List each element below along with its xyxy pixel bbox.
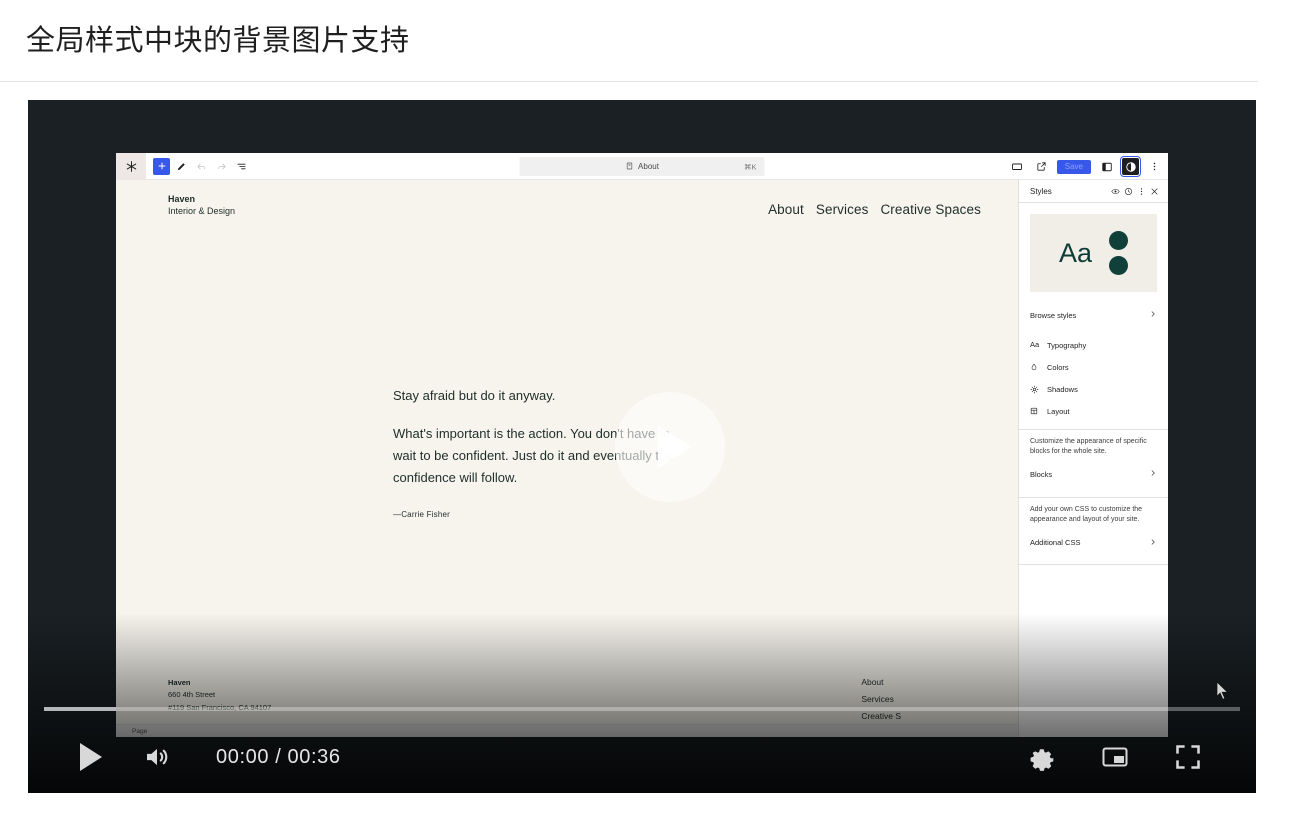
page-icon: [625, 162, 633, 172]
command-bar-shortcut: ⌘K: [744, 162, 757, 171]
play-button[interactable]: [80, 743, 102, 771]
site-header: Haven Interior & Design About Services C…: [116, 180, 1018, 217]
css-section-description: Add your own CSS to customize the appear…: [1019, 505, 1168, 525]
typography-aa-icon: Aa: [1030, 341, 1043, 349]
contrast-circle-icon[interactable]: [1122, 158, 1139, 175]
video-progress-bar[interactable]: [44, 707, 1240, 711]
video-controls-right: [1028, 743, 1234, 771]
sidebar-divider: [1019, 497, 1168, 498]
sidebar-divider: [1019, 564, 1168, 565]
eye-icon[interactable]: [1109, 185, 1122, 198]
video-time-display: 00:00 / 00:36: [216, 746, 341, 769]
video-player[interactable]: About ⌘K Save: [28, 100, 1256, 793]
chevron-right-icon: [1149, 538, 1157, 548]
shadow-sun-icon: [1030, 385, 1043, 394]
volume-button[interactable]: [142, 742, 172, 772]
list-view-icon[interactable]: [233, 158, 250, 175]
nav-link-services[interactable]: Services: [816, 202, 869, 217]
page-header: 全局样式中块的背景图片支持: [0, 0, 1258, 82]
color-droplet-icon: [1030, 363, 1043, 371]
chevron-right-icon: [1149, 310, 1157, 320]
redo-arrow-icon[interactable]: [213, 158, 230, 175]
typography-label: Typography: [1047, 341, 1157, 350]
sidebar-item-blocks[interactable]: Blocks: [1019, 463, 1168, 485]
nav-link-creative-spaces[interactable]: Creative Spaces: [880, 202, 981, 217]
blocks-section-description: Customize the appearance of specific blo…: [1019, 437, 1168, 457]
palette-dot-primary: [1109, 231, 1128, 250]
styles-panel-title: Styles: [1030, 187, 1109, 196]
command-bar-label: About: [638, 162, 659, 171]
footer-nav-link-creative-spaces[interactable]: Creative S: [861, 711, 901, 721]
site-preview-canvas[interactable]: Haven Interior & Design About Services C…: [116, 180, 1018, 737]
blocks-label: Blocks: [1030, 470, 1149, 479]
sidebar-item-typography[interactable]: Aa Typography: [1019, 334, 1168, 356]
video-progress-buffer: [44, 707, 116, 711]
sidebar-item-layout[interactable]: Layout: [1019, 400, 1168, 422]
editor-toolbar-left-icons: [146, 158, 250, 175]
save-button[interactable]: Save: [1057, 160, 1091, 174]
style-preview-sample-text: Aa: [1059, 240, 1092, 267]
video-control-bar: 00:00 / 00:36: [28, 721, 1256, 793]
picture-in-picture-icon[interactable]: [1101, 745, 1129, 769]
site-brand-tagline: Interior & Design: [168, 205, 235, 217]
plus-icon[interactable]: [153, 158, 170, 175]
sidebar-item-additional-css[interactable]: Additional CSS: [1019, 532, 1168, 554]
chevron-right-icon: [1149, 469, 1157, 479]
footer-brand-name: Haven: [168, 677, 271, 689]
footer-nav-link-services[interactable]: Services: [861, 694, 901, 704]
colors-label: Colors: [1047, 363, 1157, 372]
style-preview-palette: [1109, 231, 1128, 275]
shadows-label: Shadows: [1047, 385, 1157, 394]
sidebar-item-browse-styles[interactable]: Browse styles: [1019, 304, 1168, 326]
footer-address-line-1: 660 4th Street: [168, 689, 271, 701]
play-triangle-icon: [658, 426, 692, 468]
editor-toolbar: About ⌘K Save: [116, 153, 1168, 180]
nav-link-about[interactable]: About: [768, 202, 804, 217]
site-navigation: About Services Creative Spaces: [768, 193, 981, 217]
style-variation-preview[interactable]: Aa: [1030, 214, 1157, 292]
global-styles-sidebar: Styles: [1018, 180, 1168, 737]
palette-dot-secondary: [1109, 256, 1128, 275]
additional-css-label: Additional CSS: [1030, 538, 1149, 547]
command-bar[interactable]: About ⌘K: [520, 157, 765, 176]
fullscreen-icon[interactable]: [1174, 743, 1202, 771]
layout-grid-icon: [1030, 407, 1043, 415]
settings-gear-icon[interactable]: [1028, 743, 1056, 771]
play-icon: [80, 743, 102, 771]
footer-nav-link-about[interactable]: About: [861, 677, 901, 687]
close-x-icon[interactable]: [1148, 185, 1161, 198]
footer-navigation: About Services Creative S: [861, 677, 981, 721]
layout-label: Layout: [1047, 407, 1157, 416]
sidebar-item-colors[interactable]: Colors: [1019, 356, 1168, 378]
undo-arrow-icon[interactable]: [193, 158, 210, 175]
editor-toolbar-right-icons: Save: [1009, 153, 1163, 180]
quote-citation: —Carrie Fisher: [393, 510, 683, 519]
page-title: 全局样式中块的背景图片支持: [26, 24, 1258, 59]
big-play-overlay-button[interactable]: [615, 392, 725, 502]
more-vertical-icon[interactable]: [1146, 158, 1163, 175]
more-vertical-icon[interactable]: [1135, 185, 1148, 198]
sidebar-item-shadows[interactable]: Shadows: [1019, 378, 1168, 400]
site-brand-name: Haven: [168, 193, 235, 205]
styles-sidebar-header: Styles: [1019, 180, 1168, 203]
clock-revisions-icon[interactable]: [1122, 185, 1135, 198]
sidebar-divider: [1019, 429, 1168, 430]
browse-styles-label: Browse styles: [1030, 311, 1149, 320]
mouse-cursor: [1216, 681, 1230, 706]
pencil-icon[interactable]: [173, 158, 190, 175]
wordpress-asterisk-icon[interactable]: [116, 153, 146, 180]
desktop-icon[interactable]: [1009, 158, 1026, 175]
sidebar-panel-icon[interactable]: [1098, 158, 1115, 175]
external-link-icon[interactable]: [1033, 158, 1050, 175]
video-controls-left: 00:00 / 00:36: [80, 742, 341, 772]
site-brand[interactable]: Haven Interior & Design: [168, 193, 235, 217]
